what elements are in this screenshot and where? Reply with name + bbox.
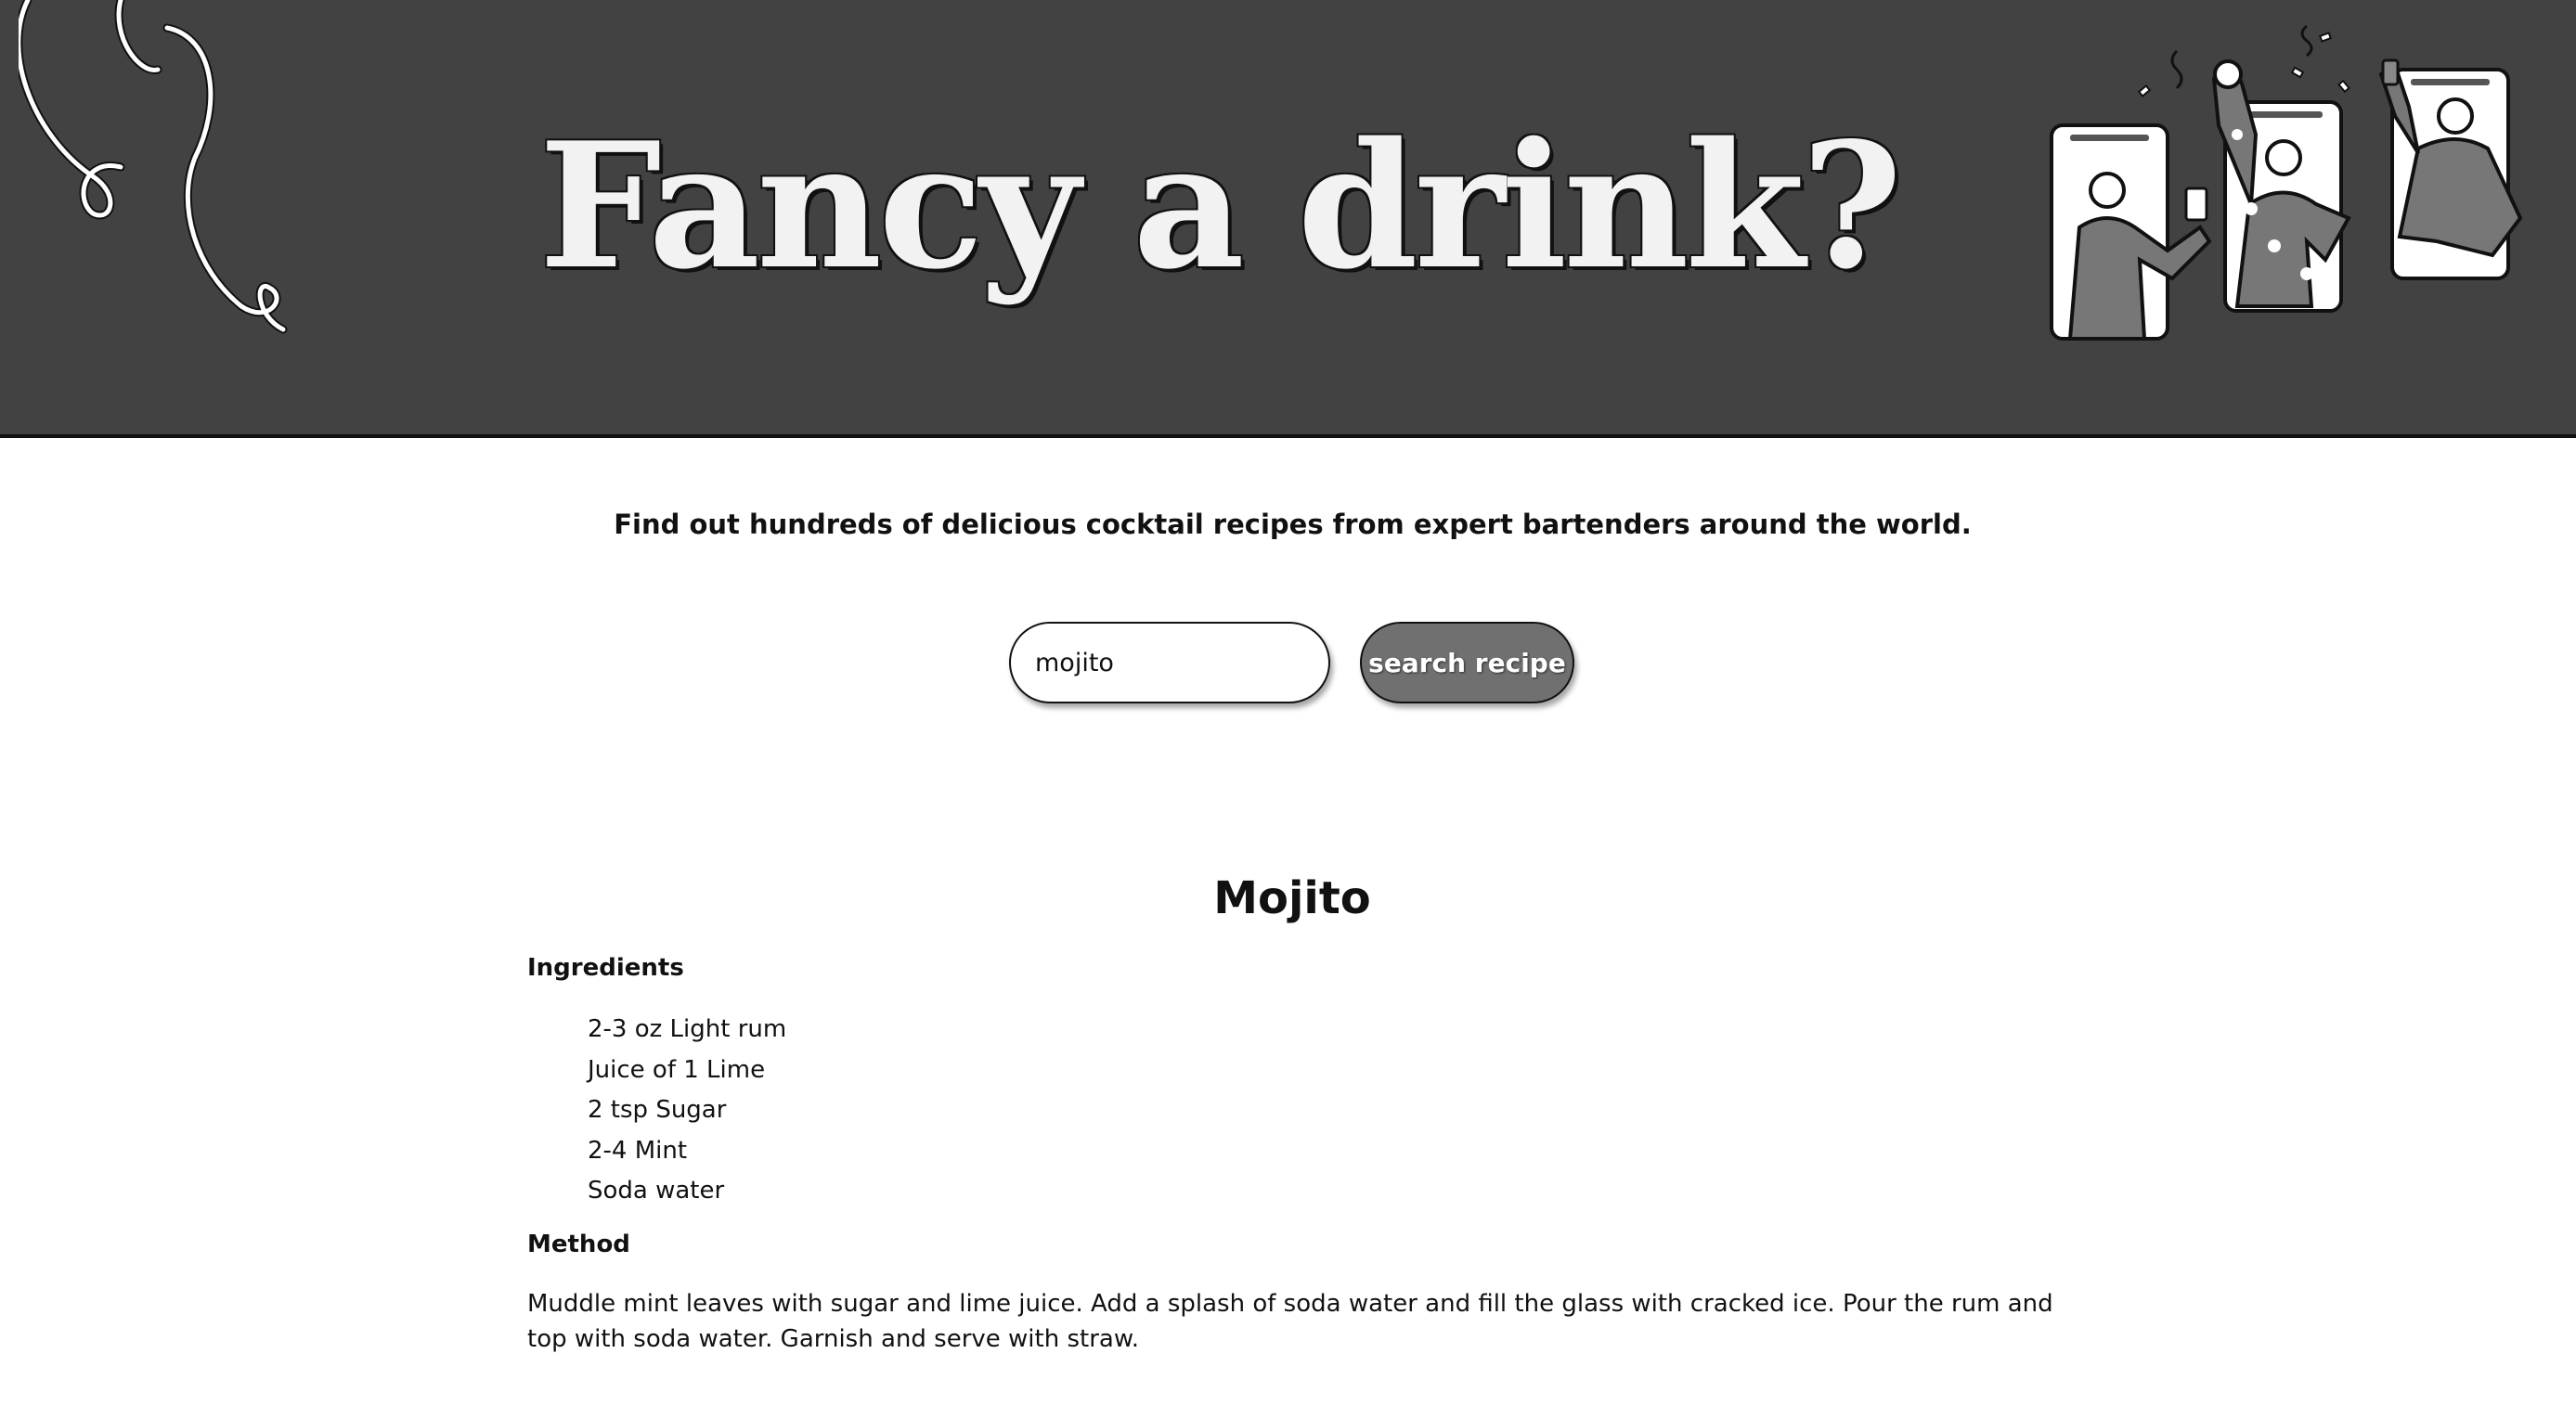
search-form: search recipe (1009, 621, 1574, 704)
ingredient-item: Soda water (588, 1177, 725, 1205)
recipe-title: Mojito (1213, 872, 1371, 924)
ingredient-list: 2-3 oz Light rum Juice of 1 Lime 2 tsp S… (588, 1010, 2087, 1212)
site-header: Fancy a drink? (0, 0, 2576, 438)
method-heading: Method (527, 1230, 630, 1258)
ingredient-item: Juice of 1 Lime (588, 1055, 766, 1084)
ingredient-item: 2-3 oz Light rum (588, 1015, 787, 1043)
tagline: Find out hundreds of delicious cocktail … (614, 509, 1972, 540)
ingredient-item: 2 tsp Sugar (588, 1096, 727, 1124)
people-toasting-phones-illustration (2050, 24, 2523, 341)
method-text: Muddle mint leaves with sugar and lime j… (527, 1289, 2053, 1353)
search-input[interactable] (1009, 622, 1330, 703)
recipe-card: Mojito Ingredients 2-3 oz Light rum Juic… (527, 872, 2087, 1357)
ingredient-item: 2-4 Mint (588, 1136, 688, 1165)
search-recipe-button[interactable]: search recipe (1360, 622, 1574, 703)
ingredients-heading: Ingredients (527, 954, 684, 982)
